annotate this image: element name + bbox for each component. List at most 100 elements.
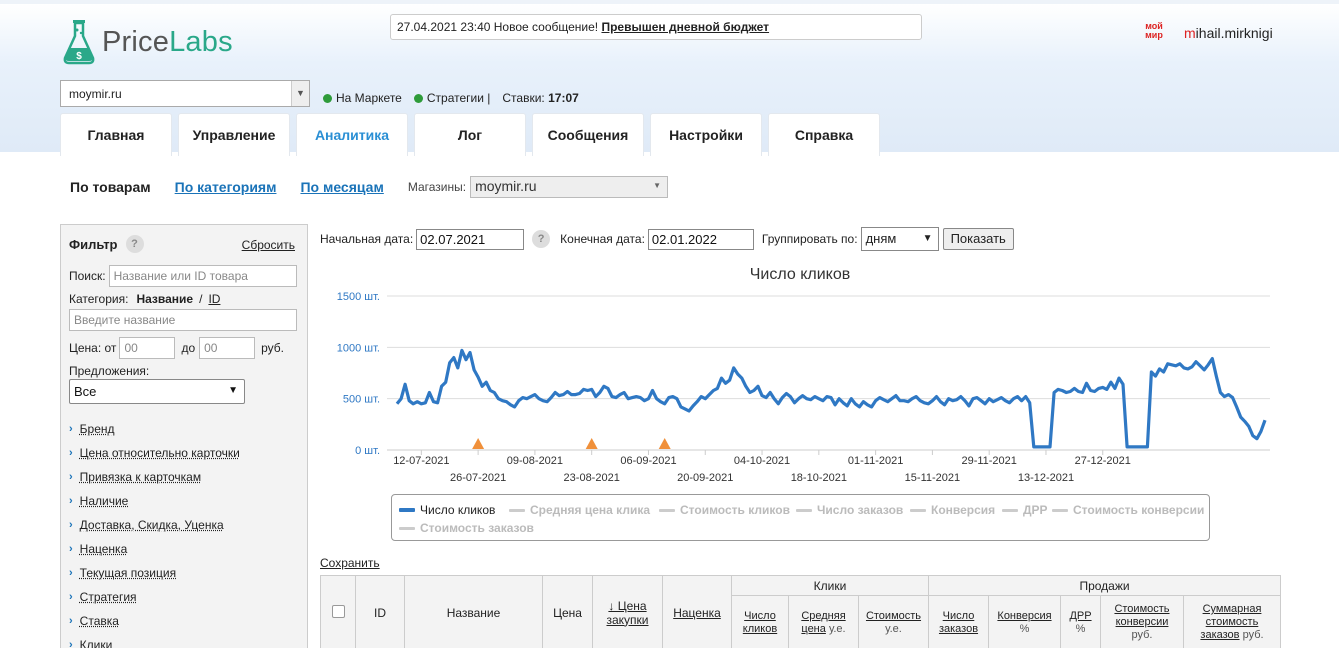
category-id-toggle[interactable]: ID (208, 292, 220, 306)
show-button[interactable]: Показать (942, 228, 1014, 250)
shops-label: Магазины: (407, 180, 467, 194)
legend-swatch (659, 508, 675, 512)
chevron-right-icon: › (69, 519, 73, 531)
y-tick-label: 0 шт. (355, 445, 380, 457)
legend-item[interactable]: Число кликов (399, 503, 495, 517)
tab-management[interactable]: Управление (178, 113, 290, 156)
filter-section-item[interactable]: › Наличие (69, 489, 240, 513)
notification-text: 27.04.2021 23:40 Новое сообщение! (397, 20, 599, 34)
filter-title: Фильтр ? (69, 235, 144, 253)
filter-section-item[interactable]: › Цена относительно карточки (69, 441, 240, 465)
group-by-select[interactable]: дням ▼ (860, 227, 939, 251)
legend-label: ДРР (1023, 503, 1048, 517)
legend-item[interactable]: Стоимость конверсии (1052, 503, 1204, 517)
y-tick-label: 500 шт. (343, 394, 380, 406)
category-name-toggle[interactable]: Название (136, 292, 193, 306)
x-tick-label: 13-12-2021 (1018, 472, 1074, 484)
shops-select[interactable]: moymir.ru ▼ (470, 176, 669, 198)
tab-analytics[interactable]: Аналитика (296, 113, 408, 156)
chevron-down-icon: ▼ (653, 181, 662, 190)
tab-messages[interactable]: Сообщения (532, 113, 644, 156)
start-date-input[interactable]: 02.07.2021 (416, 228, 525, 250)
end-date-label: Конечная дата: (560, 232, 645, 246)
filter-section-item[interactable]: › Клики (69, 633, 240, 648)
tab-settings[interactable]: Настройки (650, 113, 762, 156)
x-tick-label: 20-09-2021 (677, 472, 733, 484)
filter-section-item[interactable]: › Бренд (69, 417, 240, 441)
x-tick-label: 12-07-2021 (393, 455, 449, 467)
filter-offers-row: Все ▼ (69, 379, 245, 404)
analytics-subnav: По товарам По категориям По месяцам Мага… (70, 176, 669, 198)
x-tick-label: 09-08-2021 (507, 455, 563, 467)
col-avg-click-price[interactable]: Средняя цена у.е. (788, 595, 859, 648)
legend-swatch (509, 508, 525, 512)
notification-bar: 27.04.2021 23:40 Новое сообщение! Превыш… (390, 14, 922, 40)
tab-home[interactable]: Главная (60, 113, 172, 156)
legend-item[interactable]: ДРР (1002, 503, 1048, 517)
legend-label: Стоимость заказов (420, 521, 534, 535)
group-by-label: Группировать по: (761, 232, 858, 246)
filter-section-item[interactable]: › Стратегия (69, 585, 240, 609)
tab-help[interactable]: Справка (768, 113, 880, 156)
filter-section-item[interactable]: › Текущая позиция (69, 561, 240, 585)
col-name[interactable]: Название (404, 575, 543, 648)
notification-link[interactable]: Превышен дневной бюджет (601, 20, 769, 34)
help-icon[interactable]: ? (532, 230, 551, 248)
col-total-orders-cost[interactable]: Суммарная стоимость заказов руб. (1183, 595, 1281, 648)
col-purchase-price[interactable]: ↓ Цена закупки (592, 575, 663, 648)
col-drr[interactable]: ДРР% (1060, 595, 1101, 648)
legend-swatch (399, 508, 415, 512)
legend-item[interactable]: Конверсия (910, 503, 995, 517)
filter-reset-link[interactable]: Сбросить (242, 238, 295, 252)
price-from-input[interactable]: 00 (119, 337, 176, 359)
col-conversion-cost[interactable]: Стоимость конверсии руб. (1100, 595, 1184, 648)
col-id[interactable]: ID (355, 575, 405, 648)
legend-item[interactable]: Стоимость заказов (399, 521, 534, 535)
legend-item[interactable]: Число заказов (796, 503, 903, 517)
legend-item[interactable]: Средняя цена клика (509, 503, 650, 517)
filter-section-item[interactable]: › Доставка, Скидка, Уценка (69, 513, 240, 537)
store-select[interactable]: moymir.ru ▼ (60, 80, 310, 107)
filter-category-input[interactable]: Введите название (69, 309, 297, 331)
col-clicks-cost[interactable]: Стоимость у.е. (858, 595, 929, 648)
subnav-by-categories[interactable]: По категориям (175, 179, 277, 195)
chevron-right-icon: › (69, 423, 73, 435)
select-all-cell (320, 575, 356, 648)
status-dot-icon (323, 93, 332, 103)
filter-section-item[interactable]: › Наценка (69, 537, 240, 561)
filter-price-row: Цена: от 00 до 00 руб. (69, 337, 284, 359)
tab-log[interactable]: Лог (414, 113, 526, 156)
user-menu[interactable]: мой мир mihail.mirknigi (1140, 22, 1273, 44)
pricelabs-logo[interactable]: $ PriceLabs (62, 18, 233, 66)
filter-section-item[interactable]: › Привязка к карточкам (69, 465, 240, 489)
legend-swatch (1002, 508, 1018, 512)
end-date-input[interactable]: 02.01.2022 (647, 228, 754, 250)
event-marker-icon (585, 438, 598, 449)
col-conversion[interactable]: Конверсия% (988, 595, 1061, 648)
filter-search-input[interactable]: Название или ID товара (108, 265, 297, 287)
select-all-checkbox[interactable] (331, 604, 345, 618)
chevron-down-icon: ▼ (228, 385, 238, 396)
offers-select[interactable]: Все ▼ (69, 379, 245, 404)
legend-label: Стоимость конверсии (1073, 503, 1205, 517)
col-orders-count[interactable]: Число заказов (928, 595, 989, 648)
clicks-chart: 0 шт. 500 шт. 1000 шт. 1500 шт. 12-07-2021 09… (337, 291, 1270, 484)
price-to-input[interactable]: 00 (199, 337, 256, 359)
chevron-down-icon[interactable]: ▼ (291, 81, 309, 106)
filter-category-row: Категория: Название / ID (69, 292, 221, 306)
username[interactable]: mihail.mirknigi (1184, 25, 1273, 41)
legend-item[interactable]: Стоимость кликов (659, 503, 790, 517)
subnav-by-products: По товарам (70, 179, 151, 195)
col-margin[interactable]: Наценка (662, 575, 732, 648)
save-link[interactable]: Сохранить (320, 556, 380, 570)
status-strategies: Стратегии | (413, 91, 490, 105)
x-tick-label: 01-11-2021 (848, 455, 903, 467)
col-clicks-count[interactable]: Число кликов (731, 595, 789, 648)
chart-legend: Число кликов Средняя цена клика Стоимость … (391, 494, 1210, 541)
filter-section-item[interactable]: › Ставка (69, 609, 240, 633)
col-price[interactable]: Цена (542, 575, 593, 648)
chevron-right-icon: › (69, 615, 73, 627)
main-tabs: Главная Управление Аналитика Лог Сообщен… (60, 113, 886, 156)
subnav-by-months[interactable]: По месяцам (300, 179, 383, 195)
help-icon[interactable]: ? (125, 235, 144, 253)
